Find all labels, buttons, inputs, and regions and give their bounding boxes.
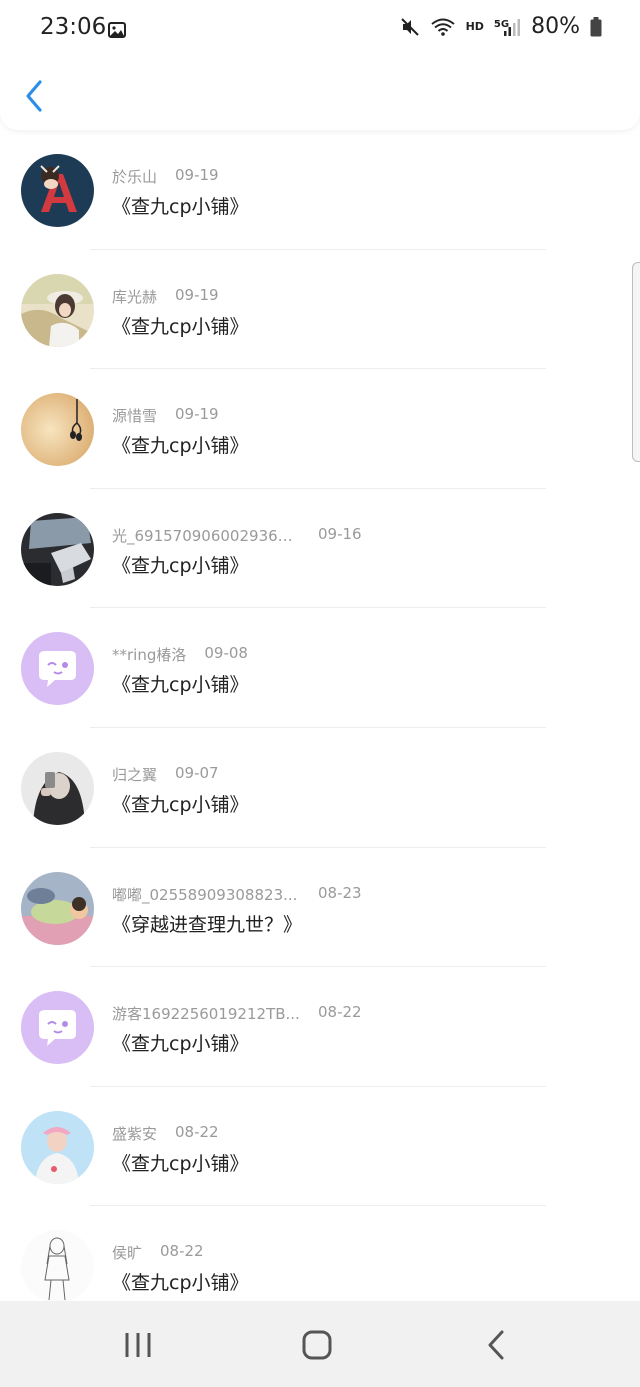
- user-name[interactable]: 侯旷: [112, 1242, 142, 1263]
- item-title[interactable]: 《查九cp小铺》: [112, 1029, 249, 1056]
- avatar-image: [21, 1110, 94, 1184]
- item-date: 09-08: [204, 644, 248, 663]
- status-bar: 23:06 HD 5G 80%: [0, 0, 640, 62]
- item-date: 09-19: [175, 405, 219, 424]
- home-icon[interactable]: [297, 1325, 337, 1365]
- item-title[interactable]: 《查九cp小铺》: [112, 312, 249, 339]
- item-meta: 库光赫 09-19: [112, 286, 219, 307]
- item-title[interactable]: 《查九cp小铺》: [112, 1149, 249, 1176]
- list-item[interactable]: **ring椿洛 09-08 《查九cp小铺》: [0, 608, 640, 728]
- list-item[interactable]: 源惜雪 09-19 《查九cp小铺》: [0, 369, 640, 489]
- item-meta: 归之翼 09-07: [112, 764, 219, 785]
- user-name[interactable]: 游客1692256019212TB...: [112, 1003, 300, 1024]
- avatar[interactable]: [21, 273, 94, 347]
- item-meta: 光_6915709060029363... 09-16: [112, 525, 362, 546]
- item-title[interactable]: 《查九cp小铺》: [112, 192, 249, 219]
- avatar-image: [21, 393, 94, 467]
- item-date: 09-16: [318, 524, 362, 543]
- item-date: 08-22: [175, 1122, 219, 1141]
- avatar-image: [21, 871, 94, 945]
- item-title[interactable]: 《查九cp小铺》: [112, 670, 249, 697]
- item-title[interactable]: 《查九cp小铺》: [112, 790, 249, 817]
- item-date: 09-19: [175, 166, 219, 184]
- user-name[interactable]: 盛紫安: [112, 1123, 157, 1144]
- item-meta: 游客1692256019212TB... 08-22: [112, 1003, 362, 1024]
- avatar-image: [21, 154, 94, 227]
- avatar-image: [21, 512, 94, 586]
- avatar[interactable]: [21, 632, 94, 706]
- item-title[interactable]: 《穿越进查理九世？》: [112, 910, 302, 937]
- list-item[interactable]: 嘟嘟_02558909308823... 08-23 《穿越进查理九世？》: [0, 848, 640, 968]
- list-item[interactable]: 光_6915709060029363... 09-16 《查九cp小铺》: [0, 489, 640, 609]
- item-date: 08-23: [318, 883, 362, 902]
- avatar-image: [21, 751, 94, 825]
- item-date: 09-07: [175, 763, 219, 782]
- list-item[interactable]: 盛紫安 08-22 《查九cp小铺》: [0, 1087, 640, 1207]
- user-name[interactable]: 嘟嘟_02558909308823...: [112, 884, 300, 905]
- user-name[interactable]: 库光赫: [112, 286, 157, 307]
- back-button[interactable]: [20, 76, 50, 116]
- list-item[interactable]: 归之翼 09-07 《查九cp小铺》: [0, 728, 640, 848]
- avatar[interactable]: [21, 154, 94, 227]
- system-nav-bar: [0, 1301, 640, 1387]
- default-chat-avatar: [21, 991, 94, 1065]
- status-time: 23:06: [40, 14, 107, 40]
- user-name[interactable]: 於乐山: [112, 166, 157, 187]
- avatar[interactable]: [21, 751, 94, 825]
- 5g-indicator: 5G: [493, 18, 510, 30]
- item-meta: 於乐山 09-19: [112, 166, 219, 187]
- item-meta: 源惜雪 09-19: [112, 405, 219, 426]
- comment-list: 於乐山 09-19 《查九cp小铺》 库光赫 09-19 《查九cp小铺》 源惜…: [0, 130, 640, 1326]
- mute-icon: [400, 17, 419, 36]
- hd-indicator: HD: [465, 20, 484, 33]
- image-icon: [108, 22, 126, 38]
- item-meta: 侯旷 08-22: [112, 1242, 204, 1263]
- avatar[interactable]: [21, 991, 94, 1065]
- list-item[interactable]: 库光赫 09-19 《查九cp小铺》: [0, 250, 640, 370]
- item-meta: 盛紫安 08-22: [112, 1123, 219, 1144]
- item-meta: **ring椿洛 09-08: [112, 644, 248, 665]
- list-item[interactable]: 游客1692256019212TB... 08-22 《查九cp小铺》: [0, 967, 640, 1087]
- avatar-image: [21, 273, 94, 347]
- item-date: 08-22: [318, 1003, 362, 1022]
- avatar[interactable]: [21, 1110, 94, 1184]
- item-date: 08-22: [160, 1242, 204, 1261]
- back-icon[interactable]: [477, 1325, 517, 1365]
- user-name[interactable]: 源惜雪: [112, 405, 157, 426]
- item-title[interactable]: 《查九cp小铺》: [112, 1268, 249, 1295]
- item-title[interactable]: 《查九cp小铺》: [112, 431, 249, 458]
- avatar[interactable]: [21, 393, 94, 467]
- user-name[interactable]: **ring椿洛: [112, 644, 186, 665]
- list-item[interactable]: 於乐山 09-19 《查九cp小铺》: [0, 130, 640, 250]
- battery-icon: [590, 16, 602, 36]
- recents-icon[interactable]: [118, 1325, 158, 1365]
- avatar[interactable]: [21, 1230, 94, 1304]
- item-title[interactable]: 《查九cp小铺》: [112, 551, 249, 578]
- battery-percent: 80%: [531, 14, 580, 39]
- wifi-icon: [430, 18, 455, 36]
- scrollbar-handle[interactable]: [632, 262, 640, 462]
- user-name[interactable]: 归之翼: [112, 764, 157, 785]
- avatar[interactable]: [21, 871, 94, 945]
- avatar-image: [21, 1230, 94, 1304]
- avatar[interactable]: [21, 512, 94, 586]
- item-meta: 嘟嘟_02558909308823... 08-23: [112, 884, 362, 905]
- item-date: 09-19: [175, 285, 219, 304]
- default-chat-avatar: [21, 632, 94, 706]
- user-name[interactable]: 光_6915709060029363...: [112, 525, 300, 546]
